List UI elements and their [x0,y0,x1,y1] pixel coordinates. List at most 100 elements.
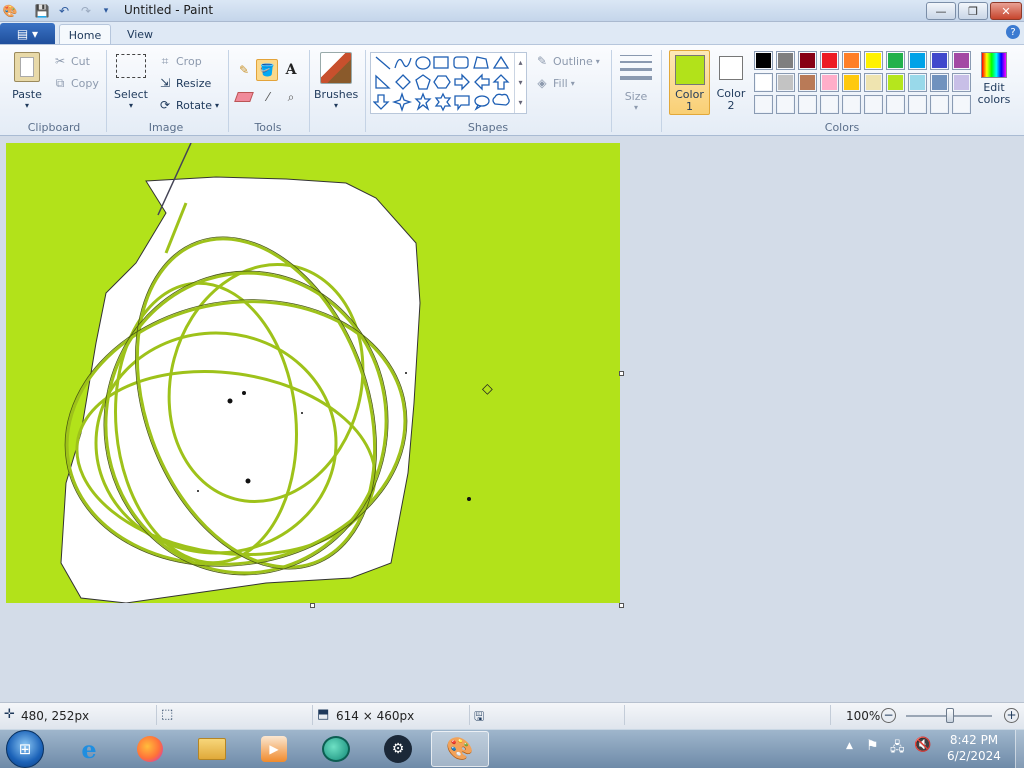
resize-handle-corner[interactable] [619,603,624,608]
palette-swatch[interactable] [952,73,971,92]
outline-label: Outline [553,54,593,68]
resize-button[interactable]: ⇲ Resize [157,75,211,91]
drawing-canvas[interactable] [6,143,620,603]
outline-button[interactable]: ✎ Outline ▾ [534,53,600,69]
taskbar-chat-app[interactable] [307,731,365,767]
palette-empty-slot[interactable] [798,95,817,114]
palette-empty-slot[interactable] [754,95,773,114]
edit-colors-button[interactable]: Edit colors [976,52,1012,114]
paste-button[interactable]: Paste ▾ [10,52,44,110]
palette-swatch[interactable] [908,73,927,92]
palette-empty-slot[interactable] [842,95,861,114]
scroll-down-icon[interactable]: ▾ [515,73,526,93]
swatch-fill [778,75,793,90]
palette-swatch[interactable] [886,51,905,70]
zoom-out-button[interactable]: − [881,708,896,723]
color1-button[interactable]: Color 1 [669,50,710,115]
fill-button[interactable]: ◈ Fill ▾ [534,75,574,91]
palette-swatch[interactable] [776,51,795,70]
palette-swatch[interactable] [930,51,949,70]
swatch-fill [910,53,925,68]
shapes-group-label: Shapes [467,121,509,134]
swatch-fill [822,75,837,90]
pencil-icon[interactable]: ✎ [234,60,254,80]
taskbar-media-player[interactable]: ▶ [245,731,303,767]
show-hidden-icons[interactable]: ▲ [846,741,853,751]
palette-swatch[interactable] [952,51,971,70]
palette-swatch[interactable] [820,51,839,70]
cut-button[interactable]: ✂ Cut [52,53,90,69]
system-clock[interactable]: 8:42 PM 6/2/2024 [936,732,1012,764]
five-point-star-shape-icon [414,92,432,111]
show-desktop-button[interactable] [1015,730,1024,768]
palette-empty-slot[interactable] [776,95,795,114]
shapes-scroll[interactable]: ▴ ▾ ▾ [514,53,526,113]
palette-swatch[interactable] [908,51,927,70]
taskbar-steam[interactable]: ⚙ [369,731,427,767]
palette-swatch[interactable] [930,73,949,92]
palette-empty-slot[interactable] [930,95,949,114]
save-icon[interactable]: 💾 [34,3,50,19]
network-icon[interactable]: 🖧 [890,738,905,760]
palette-swatch[interactable] [820,73,839,92]
palette-swatch[interactable] [842,51,861,70]
resize-handle-right[interactable] [619,371,624,376]
restore-button[interactable]: ❐ [958,2,988,20]
tab-view[interactable]: View [116,24,164,45]
select-button[interactable]: Select ▾ [114,54,148,110]
start-button[interactable]: ⊞ [6,730,44,768]
minimize-button[interactable]: — [926,2,956,20]
palette-swatch[interactable] [798,73,817,92]
zoom-in-button[interactable]: + [1004,708,1019,723]
rotate-button[interactable]: ⟳ Rotate ▾ [157,97,219,113]
taskbar-paint[interactable]: 🎨 [431,731,489,767]
paint-menu-button[interactable]: ▤ ▾ [0,23,55,44]
taskbar-internet-explorer[interactable]: e [60,731,118,767]
curve-shape-icon [394,57,412,69]
resize-handle-bottom[interactable] [310,603,315,608]
firefox-icon [137,736,163,762]
oval-callout-shape-icon [474,95,490,111]
close-button[interactable]: ✕ [990,2,1022,20]
tab-home[interactable]: Home [59,24,111,45]
internet-explorer-icon: e [81,734,97,764]
paint-app-icon[interactable]: 🎨 [2,3,18,19]
rotate-dropdown-icon: ▾ [215,100,220,110]
text-tool-icon[interactable]: A [281,60,301,80]
palette-swatch[interactable] [754,51,773,70]
gallery-expand-icon[interactable]: ▾ [515,93,526,113]
taskbar-file-explorer[interactable] [183,731,241,767]
action-center-flag-icon[interactable]: ⚑ [866,738,879,754]
palette-empty-slot[interactable] [886,95,905,114]
palette-swatch[interactable] [798,51,817,70]
palette-empty-slot[interactable] [952,95,971,114]
color-picker-icon[interactable]: ⁄ [258,87,278,107]
color2-button[interactable]: Color 2 [712,50,750,115]
eraser-icon[interactable] [234,88,254,106]
scroll-up-icon[interactable]: ▴ [515,53,526,73]
swatch-fill [910,75,925,90]
palette-empty-slot[interactable] [820,95,839,114]
help-icon[interactable]: ? [1006,25,1020,39]
fill-bucket-icon[interactable]: 🪣 [256,59,278,81]
crop-button[interactable]: ⌗ Crop [157,53,202,69]
redo-icon[interactable]: ↷ [78,3,94,19]
copy-button[interactable]: ⧉ Copy [52,75,99,91]
palette-empty-slot[interactable] [864,95,883,114]
palette-swatch[interactable] [864,73,883,92]
undo-icon[interactable]: ↶ [56,3,72,19]
fill-label: Fill [553,76,568,90]
taskbar-firefox[interactable] [121,731,179,767]
palette-empty-slot[interactable] [908,95,927,114]
palette-swatch[interactable] [886,73,905,92]
palette-swatch[interactable] [754,73,773,92]
size-button[interactable]: Size ▾ [617,52,655,112]
customize-quick-access-icon[interactable]: ▾ [98,3,114,19]
zoom-slider-thumb[interactable] [946,708,954,723]
palette-swatch[interactable] [842,73,861,92]
brushes-button[interactable]: Brushes ▾ [314,52,358,112]
palette-swatch[interactable] [776,73,795,92]
palette-swatch[interactable] [864,51,883,70]
volume-muted-icon[interactable]: 🔇 [914,737,931,753]
magnifier-icon[interactable]: ⌕ [281,87,301,107]
